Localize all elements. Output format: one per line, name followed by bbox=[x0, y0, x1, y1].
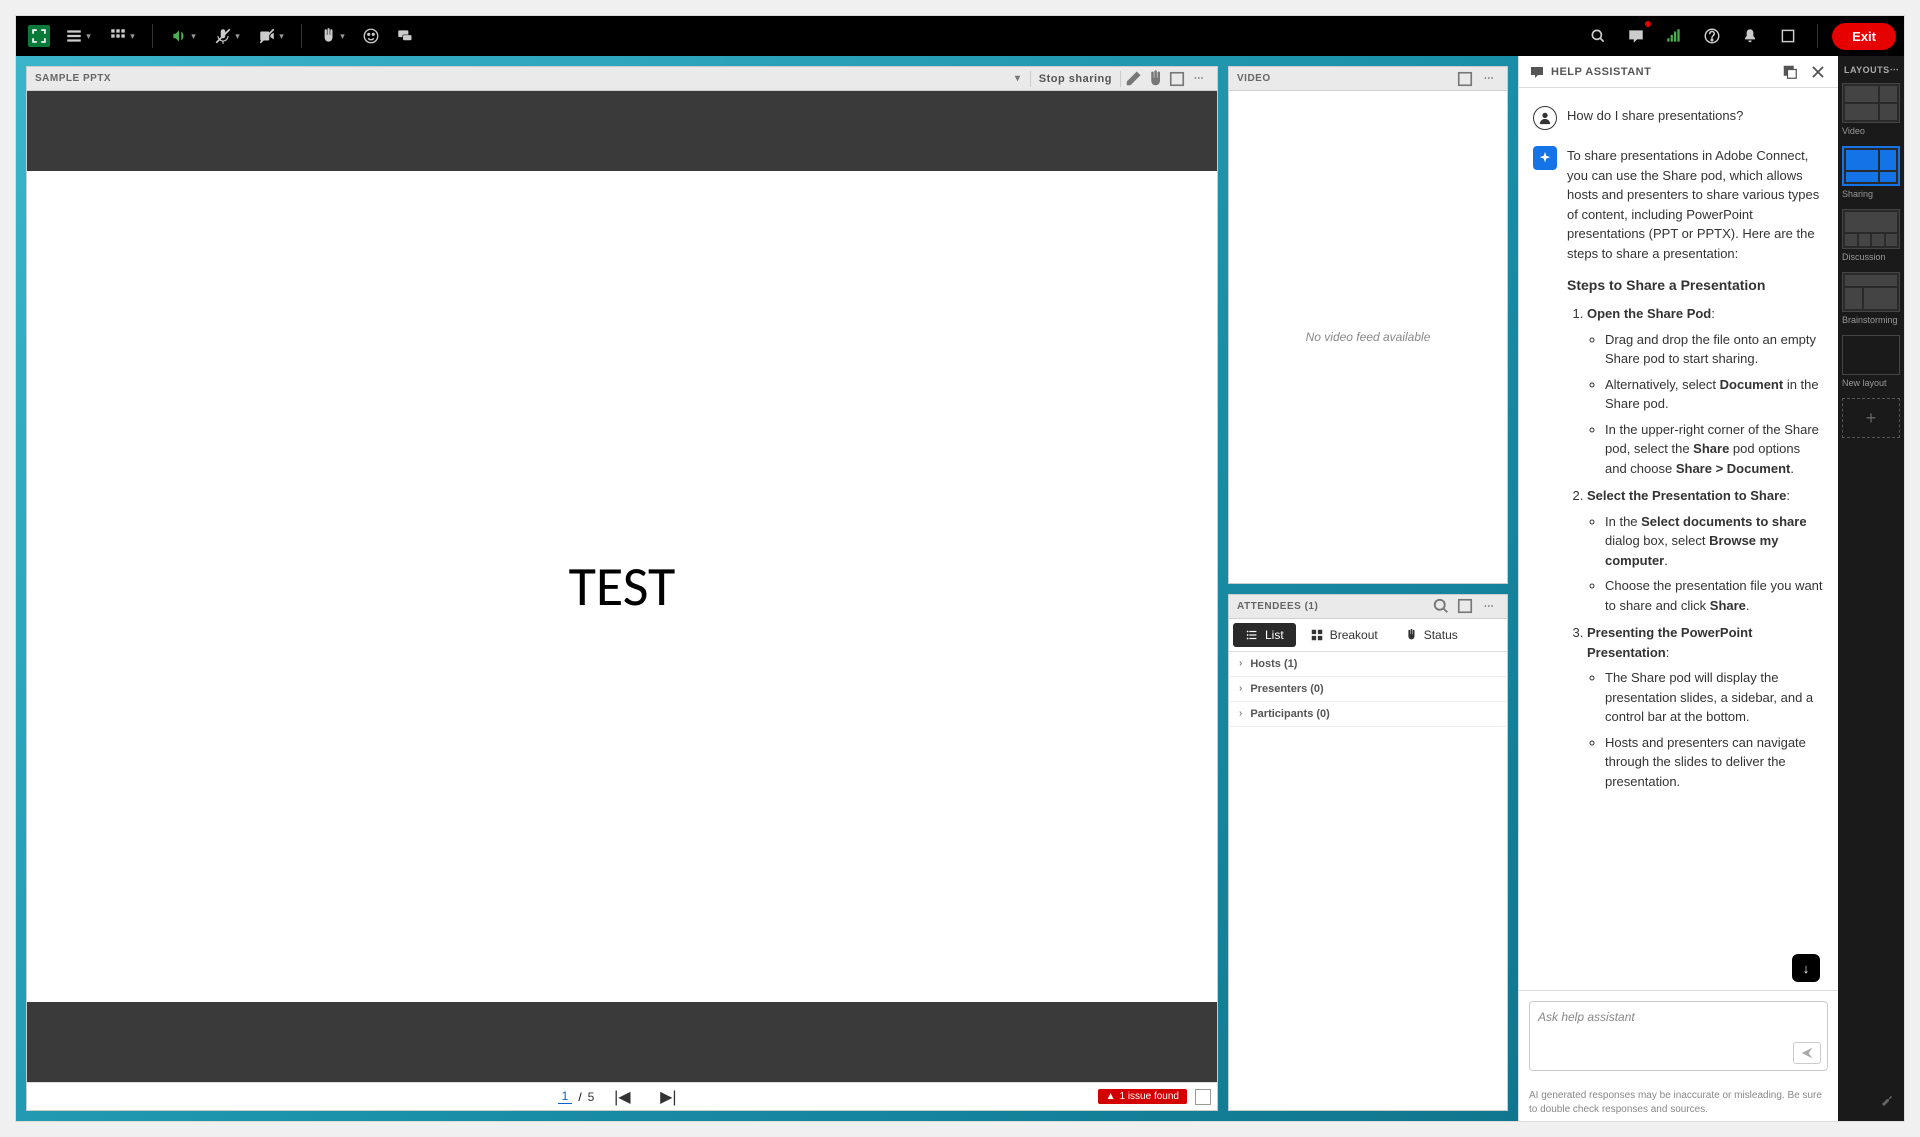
video-empty-text: No video feed available bbox=[1229, 91, 1507, 583]
draw-icon[interactable] bbox=[1123, 69, 1143, 89]
send-button[interactable] bbox=[1793, 1042, 1821, 1064]
group-presenters[interactable]: ›Presenters (0) bbox=[1229, 677, 1507, 702]
stop-sharing-button[interactable]: Stop sharing bbox=[1030, 71, 1121, 87]
notifications-button[interactable] bbox=[1735, 21, 1765, 51]
attendees-options-icon[interactable]: ⋯ bbox=[1479, 596, 1499, 616]
share-dropdown-icon[interactable]: ▾ bbox=[1008, 69, 1028, 89]
raise-hand-button[interactable]: ▾ bbox=[312, 21, 352, 51]
group-hosts[interactable]: ›Hosts (1) bbox=[1229, 652, 1507, 677]
next-slide-button[interactable]: ▶| bbox=[658, 1087, 678, 1107]
pod-options-icon[interactable]: ⋯ bbox=[1189, 69, 1209, 89]
pods-button[interactable]: ▾ bbox=[102, 21, 142, 51]
maximize-button[interactable] bbox=[1773, 21, 1803, 51]
help-close-icon[interactable] bbox=[1808, 62, 1828, 82]
sidebar-toggle-icon[interactable] bbox=[1195, 1089, 1211, 1105]
video-pod-title: VIDEO bbox=[1237, 73, 1271, 84]
help-popout-icon[interactable] bbox=[1780, 62, 1800, 82]
slide-area: TEST bbox=[27, 171, 1217, 1002]
fullscreen-pod-icon[interactable] bbox=[1167, 69, 1187, 89]
help-disclaimer: AI generated responses may be inaccurate… bbox=[1519, 1081, 1838, 1121]
user-avatar-icon bbox=[1533, 106, 1557, 130]
emoji-button[interactable] bbox=[356, 21, 386, 51]
layouts-title: LAYOUTS bbox=[1844, 65, 1890, 75]
speaker-button[interactable]: ▾ bbox=[163, 21, 203, 51]
search-button[interactable] bbox=[1583, 21, 1613, 51]
attendees-pod-title: ATTENDEES (1) bbox=[1237, 601, 1318, 612]
video-fullscreen-icon[interactable] bbox=[1455, 69, 1475, 89]
tab-breakout[interactable]: Breakout bbox=[1298, 623, 1390, 647]
slide-controls: 1 / 5 |◀ ▶| ▲1 issue found bbox=[27, 1082, 1217, 1110]
layout-discussion[interactable]: Discussion bbox=[1842, 209, 1900, 262]
help-assistant-panel: HELP ASSISTANT How do I share presentati… bbox=[1518, 56, 1838, 1121]
add-layout-button[interactable]: + bbox=[1842, 398, 1900, 438]
share-pod: SAMPLE PPTX ▾ Stop sharing ⋯ TEST bbox=[26, 66, 1218, 1111]
tab-list[interactable]: List bbox=[1233, 623, 1296, 647]
tab-status[interactable]: Status bbox=[1392, 623, 1470, 647]
attendees-search-icon[interactable] bbox=[1431, 596, 1451, 616]
chat-toolbar-button[interactable] bbox=[390, 21, 420, 51]
top-toolbar: ▾ ▾ ▾ ▾ ▾ ▾ Exit bbox=[16, 16, 1904, 56]
group-participants[interactable]: ›Participants (0) bbox=[1229, 702, 1507, 727]
menu-button[interactable]: ▾ bbox=[58, 21, 98, 51]
page-current[interactable]: 1 bbox=[558, 1089, 573, 1104]
layout-video[interactable]: Video bbox=[1842, 83, 1900, 136]
layout-sharing[interactable]: Sharing bbox=[1842, 146, 1900, 199]
layout-new[interactable]: New layout bbox=[1842, 335, 1900, 388]
bot-response: To share presentations in Adobe Connect,… bbox=[1567, 146, 1824, 799]
bot-avatar-icon bbox=[1533, 146, 1557, 170]
fullscreen-button[interactable] bbox=[24, 21, 54, 51]
mic-button[interactable]: ▾ bbox=[207, 21, 247, 51]
slide-text: TEST bbox=[569, 553, 676, 621]
layouts-options-icon[interactable]: ⋯ bbox=[1890, 64, 1900, 75]
layouts-tools-icon[interactable] bbox=[1876, 1091, 1896, 1111]
layout-brainstorming[interactable]: Brainstorming bbox=[1842, 272, 1900, 325]
share-pod-title: SAMPLE PPTX bbox=[35, 73, 111, 84]
camera-button[interactable]: ▾ bbox=[251, 21, 291, 51]
attendees-fullscreen-icon[interactable] bbox=[1455, 596, 1475, 616]
exit-button[interactable]: Exit bbox=[1832, 23, 1896, 50]
pointer-icon[interactable] bbox=[1145, 69, 1165, 89]
layouts-panel: LAYOUTS ⋯ Video Sharing Discussion Brain… bbox=[1838, 56, 1904, 1121]
video-options-icon[interactable]: ⋯ bbox=[1479, 69, 1499, 89]
connection-icon[interactable] bbox=[1659, 21, 1689, 51]
scroll-down-button[interactable]: ↓ bbox=[1792, 954, 1820, 982]
page-total: 5 bbox=[588, 1090, 595, 1104]
help-input[interactable]: Ask help assistant bbox=[1529, 1001, 1828, 1071]
issue-badge[interactable]: ▲1 issue found bbox=[1098, 1089, 1187, 1104]
video-pod: VIDEO ⋯ No video feed available bbox=[1228, 66, 1508, 584]
user-question: How do I share presentations? bbox=[1567, 106, 1824, 130]
prev-slide-button[interactable]: |◀ bbox=[612, 1087, 632, 1107]
help-button[interactable] bbox=[1697, 21, 1727, 51]
help-title: HELP ASSISTANT bbox=[1551, 66, 1651, 78]
page-separator: / bbox=[578, 1090, 581, 1104]
attendees-pod: ATTENDEES (1) ⋯ List Breakout Status bbox=[1228, 594, 1508, 1112]
chat-panel-button[interactable] bbox=[1621, 21, 1651, 51]
